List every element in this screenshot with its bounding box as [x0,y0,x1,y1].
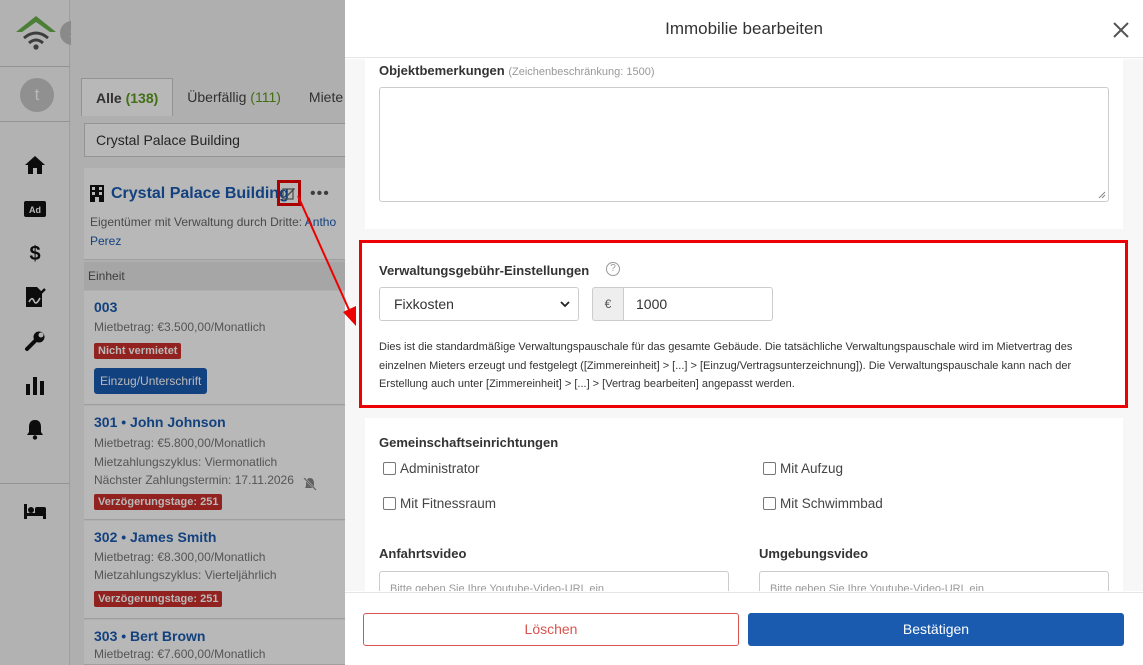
currency-addon: € [592,287,623,321]
checkbox-pool[interactable]: Mit Schwimmbad [763,496,883,511]
close-icon[interactable] [1110,19,1132,41]
checkbox-administrator[interactable]: Administrator [383,461,480,476]
amenities-label: Gemeinschaftseinrichtungen [379,435,559,450]
checkbox-elevator[interactable]: Mit Aufzug [763,461,843,476]
confirm-button[interactable]: Bestätigen [748,613,1124,646]
approach-video-label: Anfahrtsvideo [379,546,467,561]
modal-backdrop[interactable] [0,0,345,665]
checkbox[interactable] [763,462,776,475]
remarks-label: Objektbemerkungen (Zeichenbeschränkung: … [379,63,655,78]
checkbox[interactable] [383,462,396,475]
area-video-label: Umgebungsvideo [759,546,869,561]
fee-amount-input[interactable]: 1000 [623,287,773,321]
fee-description: Dies ist die standardmäßige Verwaltungsp… [379,341,1073,390]
amenities-section: Gemeinschaftseinrichtungen Administrator… [365,418,1123,591]
modal-footer: Löschen Bestätigen [345,592,1143,665]
checkbox[interactable] [763,497,776,510]
delete-button[interactable]: Löschen [363,613,739,646]
edit-property-modal: Immobilie bearbeiten Objektbemerkungen (… [345,0,1143,665]
help-icon[interactable]: ? [606,262,620,276]
management-fee-label: Verwaltungsgebühr-Einstellungen [379,263,590,278]
approach-video-input[interactable]: Bitte geben Sie Ihre Youtube-Video-URL e… [379,571,729,591]
remarks-textarea[interactable] [379,87,1109,202]
chevron-down-icon [560,301,570,308]
fee-type-select[interactable]: Fixkosten [379,287,579,321]
remarks-section: Objektbemerkungen (Zeichenbeschränkung: … [365,59,1123,229]
area-video-input[interactable]: Bitte geben Sie Ihre Youtube-Video-URL e… [759,571,1109,591]
modal-body[interactable]: Objektbemerkungen (Zeichenbeschränkung: … [345,59,1143,591]
checkbox-gym[interactable]: Mit Fitnessraum [383,496,496,511]
management-fee-section: Verwaltungsgebühr-Einstellungen ? Fixkos… [359,240,1128,408]
modal-header: Immobilie bearbeiten [345,0,1143,58]
resize-grip-icon[interactable] [1098,191,1106,199]
checkbox[interactable] [383,497,396,510]
modal-title: Immobilie bearbeiten [665,19,823,38]
